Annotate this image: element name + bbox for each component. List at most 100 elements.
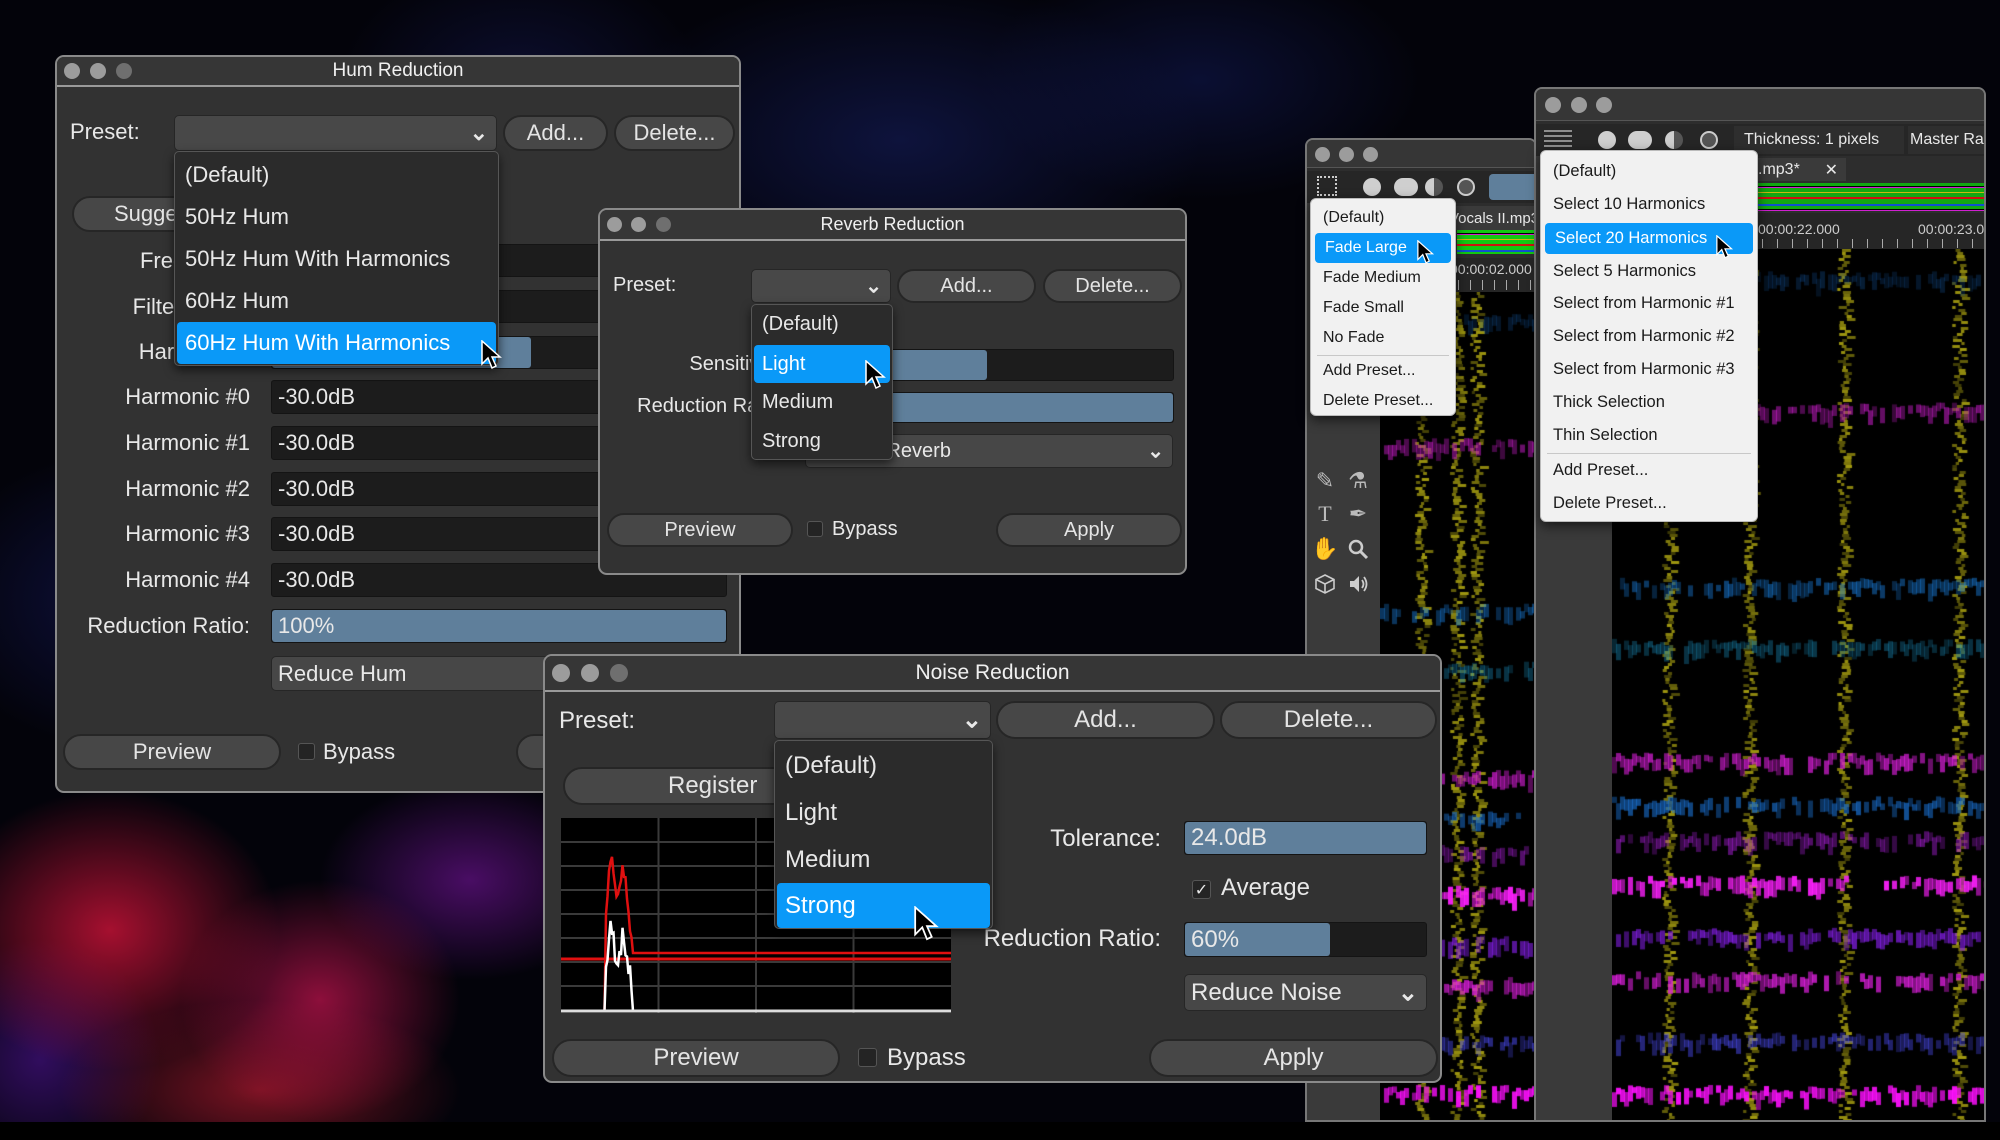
preset-option-selected[interactable]: 60Hz Hum With Harmonics xyxy=(177,322,496,364)
menu-item[interactable]: Thin Selection xyxy=(1543,419,1755,452)
menu-item[interactable]: Select 10 Harmonics xyxy=(1543,188,1755,221)
menu-item[interactable]: (Default) xyxy=(1313,203,1453,233)
bypass-checkbox[interactable] xyxy=(807,521,823,537)
master-range-label: Master Range xyxy=(1910,131,1984,148)
preset-option-selected[interactable]: Strong xyxy=(777,883,990,928)
hand-icon[interactable]: ✋ xyxy=(1311,536,1338,562)
title-bar: Hum Reduction xyxy=(57,57,739,87)
reduction-ratio-value: 60% xyxy=(1191,925,1240,953)
harmonic-0-value: -30.0dB xyxy=(278,384,356,409)
timeline-ruler[interactable]: 00:00:22.000 00:00:23.000 xyxy=(1758,213,1984,249)
menu-item[interactable]: Add Preset... xyxy=(1543,454,1755,487)
select-intersect-icon[interactable] xyxy=(1700,131,1718,149)
preset-option[interactable]: (Default) xyxy=(777,743,990,789)
text-tool-icon[interactable]: T xyxy=(1312,501,1338,527)
preset-options-list: (Default) 50Hz Hum 50Hz Hum With Harmoni… xyxy=(174,151,499,366)
menu-item[interactable]: Thick Selection xyxy=(1543,386,1755,419)
add-preset-button[interactable]: Add... xyxy=(996,701,1215,739)
method-value: Reduce Noise xyxy=(1191,978,1342,1006)
menu-item[interactable]: Delete Preset... xyxy=(1543,487,1755,520)
pencil-icon[interactable]: ✎ xyxy=(1312,468,1338,494)
close-button[interactable] xyxy=(1315,147,1330,162)
select-subtract-icon[interactable] xyxy=(1665,131,1683,149)
select-new-icon[interactable] xyxy=(1598,131,1616,149)
speaker-icon[interactable] xyxy=(1345,571,1371,597)
menu-item[interactable]: Select from Harmonic #3 xyxy=(1543,353,1755,386)
menu-item[interactable]: Delete Preset... xyxy=(1313,386,1453,416)
reduction-ratio-value: 100% xyxy=(278,613,335,638)
apply-button[interactable]: Apply xyxy=(1149,1039,1438,1077)
minimize-button[interactable] xyxy=(1571,97,1587,113)
close-button[interactable] xyxy=(1545,97,1561,113)
menu-item[interactable]: Fade Small xyxy=(1313,293,1453,323)
harmonic-1-label: Harmonic #1 xyxy=(125,430,250,455)
slider-fill xyxy=(272,610,726,642)
menu-item[interactable]: Select from Harmonic #2 xyxy=(1543,320,1755,353)
preset-option[interactable]: Medium xyxy=(777,836,990,883)
select-add-icon[interactable] xyxy=(1628,131,1652,149)
dialog-title: Noise Reduction xyxy=(915,661,1070,684)
zoom-button[interactable] xyxy=(1596,97,1612,113)
apply-button[interactable]: Apply xyxy=(996,513,1182,547)
timecode-label: 00:00:02.000 xyxy=(1450,261,1532,277)
noise-reduction-dialog: Noise Reduction Preset: ⌄ Add... Delete.… xyxy=(543,654,1442,1083)
select-add-icon[interactable] xyxy=(1394,178,1418,196)
chevron-down-icon: ⌄ xyxy=(961,706,982,734)
reduction-ratio-slider[interactable]: 100% xyxy=(271,609,727,643)
file-tab[interactable]: .mp3* ✕ xyxy=(1758,158,1846,181)
checkmark-icon: ✓ xyxy=(1194,881,1209,899)
thickness-control[interactable]: Thickness: 1 pixels xyxy=(1734,126,1904,154)
preview-button[interactable]: Preview xyxy=(63,734,281,770)
preset-dropdown[interactable]: ⌄ xyxy=(751,269,891,303)
preview-button[interactable]: Preview xyxy=(552,1039,840,1077)
track-overview[interactable] xyxy=(1758,183,1984,211)
preset-dropdown[interactable]: ⌄ xyxy=(774,701,991,739)
master-range-control[interactable]: Master Range xyxy=(1908,126,1984,154)
preset-option[interactable]: (Default) xyxy=(177,154,496,196)
menu-item[interactable]: (Default) xyxy=(1543,155,1755,188)
delete-preset-button[interactable]: Delete... xyxy=(1220,701,1437,739)
menu-item[interactable]: Select from Harmonic #1 xyxy=(1543,287,1755,320)
spray-icon[interactable]: ⚗ xyxy=(1345,468,1371,494)
brush-size-slider[interactable] xyxy=(1489,174,1535,200)
preset-option[interactable]: Light xyxy=(777,789,990,836)
preset-option[interactable]: 50Hz Hum With Harmonics xyxy=(177,238,496,280)
chevron-down-icon: ⌄ xyxy=(865,275,882,298)
preset-option[interactable]: 50Hz Hum xyxy=(177,196,496,238)
title-bar xyxy=(1307,140,1535,168)
file-tab-label: .mp3* xyxy=(1758,160,1800,178)
zoom-button[interactable] xyxy=(1363,147,1378,162)
reduction-ratio-slider[interactable]: 60% xyxy=(1184,922,1427,957)
title-bar: Noise Reduction xyxy=(545,656,1440,692)
track-overview[interactable] xyxy=(1457,230,1535,254)
preset-option[interactable]: 60Hz Hum xyxy=(177,280,496,322)
preset-option[interactable]: Strong xyxy=(754,422,890,459)
method-dropdown[interactable]: Reduce Noise ⌄ xyxy=(1184,974,1427,1011)
delete-preset-button[interactable]: Delete... xyxy=(614,115,735,151)
bypass-checkbox[interactable] xyxy=(858,1048,877,1067)
selection-tool-icon[interactable] xyxy=(1317,176,1337,196)
menu-item[interactable]: Fade Medium xyxy=(1313,263,1453,293)
mouse-cursor-icon xyxy=(1716,235,1734,259)
menu-item[interactable]: No Fade xyxy=(1313,323,1453,353)
timecode-label: 00:00:22.000 xyxy=(1758,221,1840,237)
minimize-button[interactable] xyxy=(1339,147,1354,162)
menu-item[interactable]: Add Preset... xyxy=(1313,356,1453,386)
magnifier-icon[interactable] xyxy=(1345,536,1371,562)
add-preset-button[interactable]: Add... xyxy=(897,269,1036,303)
delete-preset-button[interactable]: Delete... xyxy=(1043,269,1182,303)
add-preset-button[interactable]: Add... xyxy=(503,115,608,151)
harmonics-tool-icon[interactable] xyxy=(1544,130,1572,148)
select-intersect-icon[interactable] xyxy=(1457,178,1475,196)
close-tab-icon[interactable]: ✕ xyxy=(1825,160,1838,180)
bypass-checkbox[interactable] xyxy=(298,743,315,760)
cube-icon[interactable] xyxy=(1312,571,1338,597)
preset-option[interactable]: (Default) xyxy=(754,305,890,344)
eyedropper-icon[interactable]: ✒ xyxy=(1345,501,1371,527)
select-subtract-icon[interactable] xyxy=(1425,178,1443,196)
preview-button[interactable]: Preview xyxy=(607,513,793,547)
preset-dropdown[interactable]: ⌄ xyxy=(174,115,497,151)
tolerance-slider[interactable]: 24.0dB xyxy=(1184,821,1427,855)
average-checkbox[interactable]: ✓ xyxy=(1192,880,1211,899)
select-new-icon[interactable] xyxy=(1363,178,1381,196)
